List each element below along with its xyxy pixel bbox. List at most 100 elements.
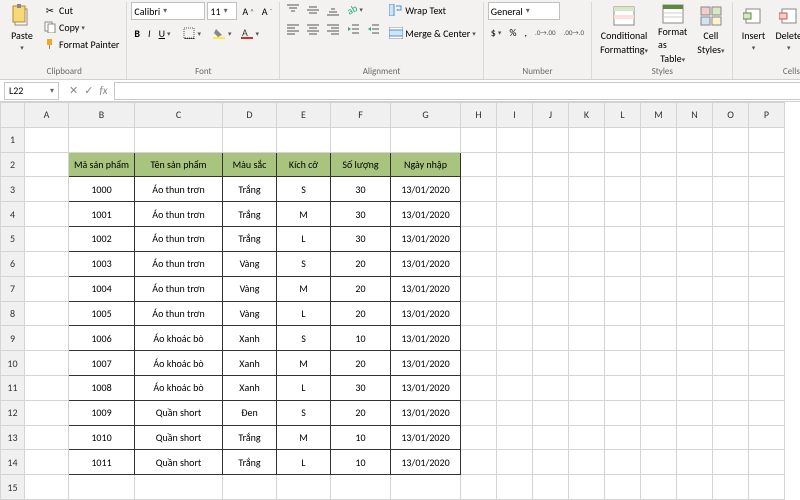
cell-E4[interactable]: M — [277, 202, 331, 227]
cell-O9[interactable] — [713, 326, 749, 351]
cell-P1[interactable] — [749, 127, 785, 152]
border-button[interactable]: ▾ — [179, 25, 205, 41]
align-center-button[interactable] — [304, 22, 322, 36]
cell-H10[interactable] — [461, 351, 497, 376]
orientation-button[interactable]: ab▾ — [344, 2, 366, 17]
cell-P9[interactable] — [749, 326, 785, 351]
cell-M9[interactable] — [641, 326, 677, 351]
cell-N9[interactable] — [677, 326, 713, 351]
cell-J3[interactable] — [533, 177, 569, 202]
cell-I7[interactable] — [497, 276, 533, 301]
conditional-formatting-button[interactable]: Conditional Formatting▾ — [596, 2, 652, 58]
underline-button[interactable]: U▾ — [156, 26, 174, 41]
cell-E3[interactable]: S — [277, 177, 331, 202]
cell-G4[interactable]: 13/01/2020 — [391, 202, 461, 227]
cell-H9[interactable] — [461, 326, 497, 351]
cell-B6[interactable]: 1003 — [69, 251, 135, 276]
select-all[interactable] — [1, 103, 25, 128]
cell-I11[interactable] — [497, 375, 533, 400]
cell-D11[interactable]: Xanh — [223, 375, 277, 400]
col-header-F[interactable]: F — [331, 103, 391, 128]
cell-D14[interactable]: Trắng — [223, 450, 277, 475]
cell-B11[interactable]: 1008 — [69, 375, 135, 400]
cell-L10[interactable] — [605, 351, 641, 376]
number-format-combo[interactable]: General▾ — [488, 2, 560, 20]
cell-N2[interactable] — [677, 152, 713, 177]
cell-H8[interactable] — [461, 301, 497, 326]
enter-icon[interactable]: ✓ — [84, 84, 93, 97]
cell-B5[interactable]: 1002 — [69, 227, 135, 252]
cell-L2[interactable] — [605, 152, 641, 177]
cell-I2[interactable] — [497, 152, 533, 177]
cell-N4[interactable] — [677, 202, 713, 227]
cell-J12[interactable] — [533, 400, 569, 425]
cell-I5[interactable] — [497, 227, 533, 252]
cell-L15[interactable] — [605, 475, 641, 500]
cell-C10[interactable]: Áo khoác bò — [135, 351, 223, 376]
cell-I4[interactable] — [497, 202, 533, 227]
cell-B4[interactable]: 1001 — [69, 202, 135, 227]
cell-K5[interactable] — [569, 227, 605, 252]
currency-button[interactable]: $▾ — [488, 25, 505, 40]
cell-L8[interactable] — [605, 301, 641, 326]
cell-L13[interactable] — [605, 425, 641, 450]
cell-A2[interactable] — [25, 152, 69, 177]
cell-A6[interactable] — [25, 251, 69, 276]
cell-J5[interactable] — [533, 227, 569, 252]
cell-F2[interactable]: Số lượng — [331, 152, 391, 177]
cell-I3[interactable] — [497, 177, 533, 202]
row-header-12[interactable]: 12 — [1, 400, 25, 425]
cell-M2[interactable] — [641, 152, 677, 177]
cell-F15[interactable] — [331, 475, 391, 500]
row-header-4[interactable]: 4 — [1, 202, 25, 227]
cell-A13[interactable] — [25, 425, 69, 450]
cell-D1[interactable] — [223, 127, 277, 152]
fx-icon[interactable]: fx — [99, 84, 107, 97]
cut-button[interactable]: ✂Cut — [40, 2, 122, 18]
cell-G9[interactable]: 13/01/2020 — [391, 326, 461, 351]
cell-O2[interactable] — [713, 152, 749, 177]
cell-J14[interactable] — [533, 450, 569, 475]
cell-E15[interactable] — [277, 475, 331, 500]
col-header-D[interactable]: D — [223, 103, 277, 128]
cell-E1[interactable] — [277, 127, 331, 152]
cell-H12[interactable] — [461, 400, 497, 425]
cell-E11[interactable]: L — [277, 375, 331, 400]
cancel-icon[interactable]: ✕ — [69, 84, 78, 97]
cell-J13[interactable] — [533, 425, 569, 450]
cell-N10[interactable] — [677, 351, 713, 376]
cell-H4[interactable] — [461, 202, 497, 227]
cell-M10[interactable] — [641, 351, 677, 376]
cell-O4[interactable] — [713, 202, 749, 227]
cell-N8[interactable] — [677, 301, 713, 326]
row-header-15[interactable]: 15 — [1, 475, 25, 500]
cell-F6[interactable]: 20 — [331, 251, 391, 276]
cell-P5[interactable] — [749, 227, 785, 252]
cell-M15[interactable] — [641, 475, 677, 500]
cell-O13[interactable] — [713, 425, 749, 450]
cell-K6[interactable] — [569, 251, 605, 276]
bold-button[interactable]: B — [131, 26, 143, 41]
cell-F5[interactable]: 30 — [331, 227, 391, 252]
cell-N13[interactable] — [677, 425, 713, 450]
cell-L14[interactable] — [605, 450, 641, 475]
row-header-8[interactable]: 8 — [1, 301, 25, 326]
format-as-table-button[interactable]: Format as Table▾ — [654, 2, 691, 58]
cell-D4[interactable]: Trắng — [223, 202, 277, 227]
cell-G1[interactable] — [391, 127, 461, 152]
cell-D5[interactable]: Trắng — [223, 227, 277, 252]
cell-F12[interactable]: 20 — [331, 400, 391, 425]
cell-J11[interactable] — [533, 375, 569, 400]
cell-G15[interactable] — [391, 475, 461, 500]
cell-G2[interactable]: Ngày nhập — [391, 152, 461, 177]
cell-C15[interactable] — [135, 475, 223, 500]
cell-K2[interactable] — [569, 152, 605, 177]
cell-K9[interactable] — [569, 326, 605, 351]
cell-E8[interactable]: L — [277, 301, 331, 326]
cell-O5[interactable] — [713, 227, 749, 252]
cell-F1[interactable] — [331, 127, 391, 152]
col-header-I[interactable]: I — [497, 103, 533, 128]
cell-O14[interactable] — [713, 450, 749, 475]
cell-E12[interactable]: S — [277, 400, 331, 425]
cell-F10[interactable]: 20 — [331, 351, 391, 376]
